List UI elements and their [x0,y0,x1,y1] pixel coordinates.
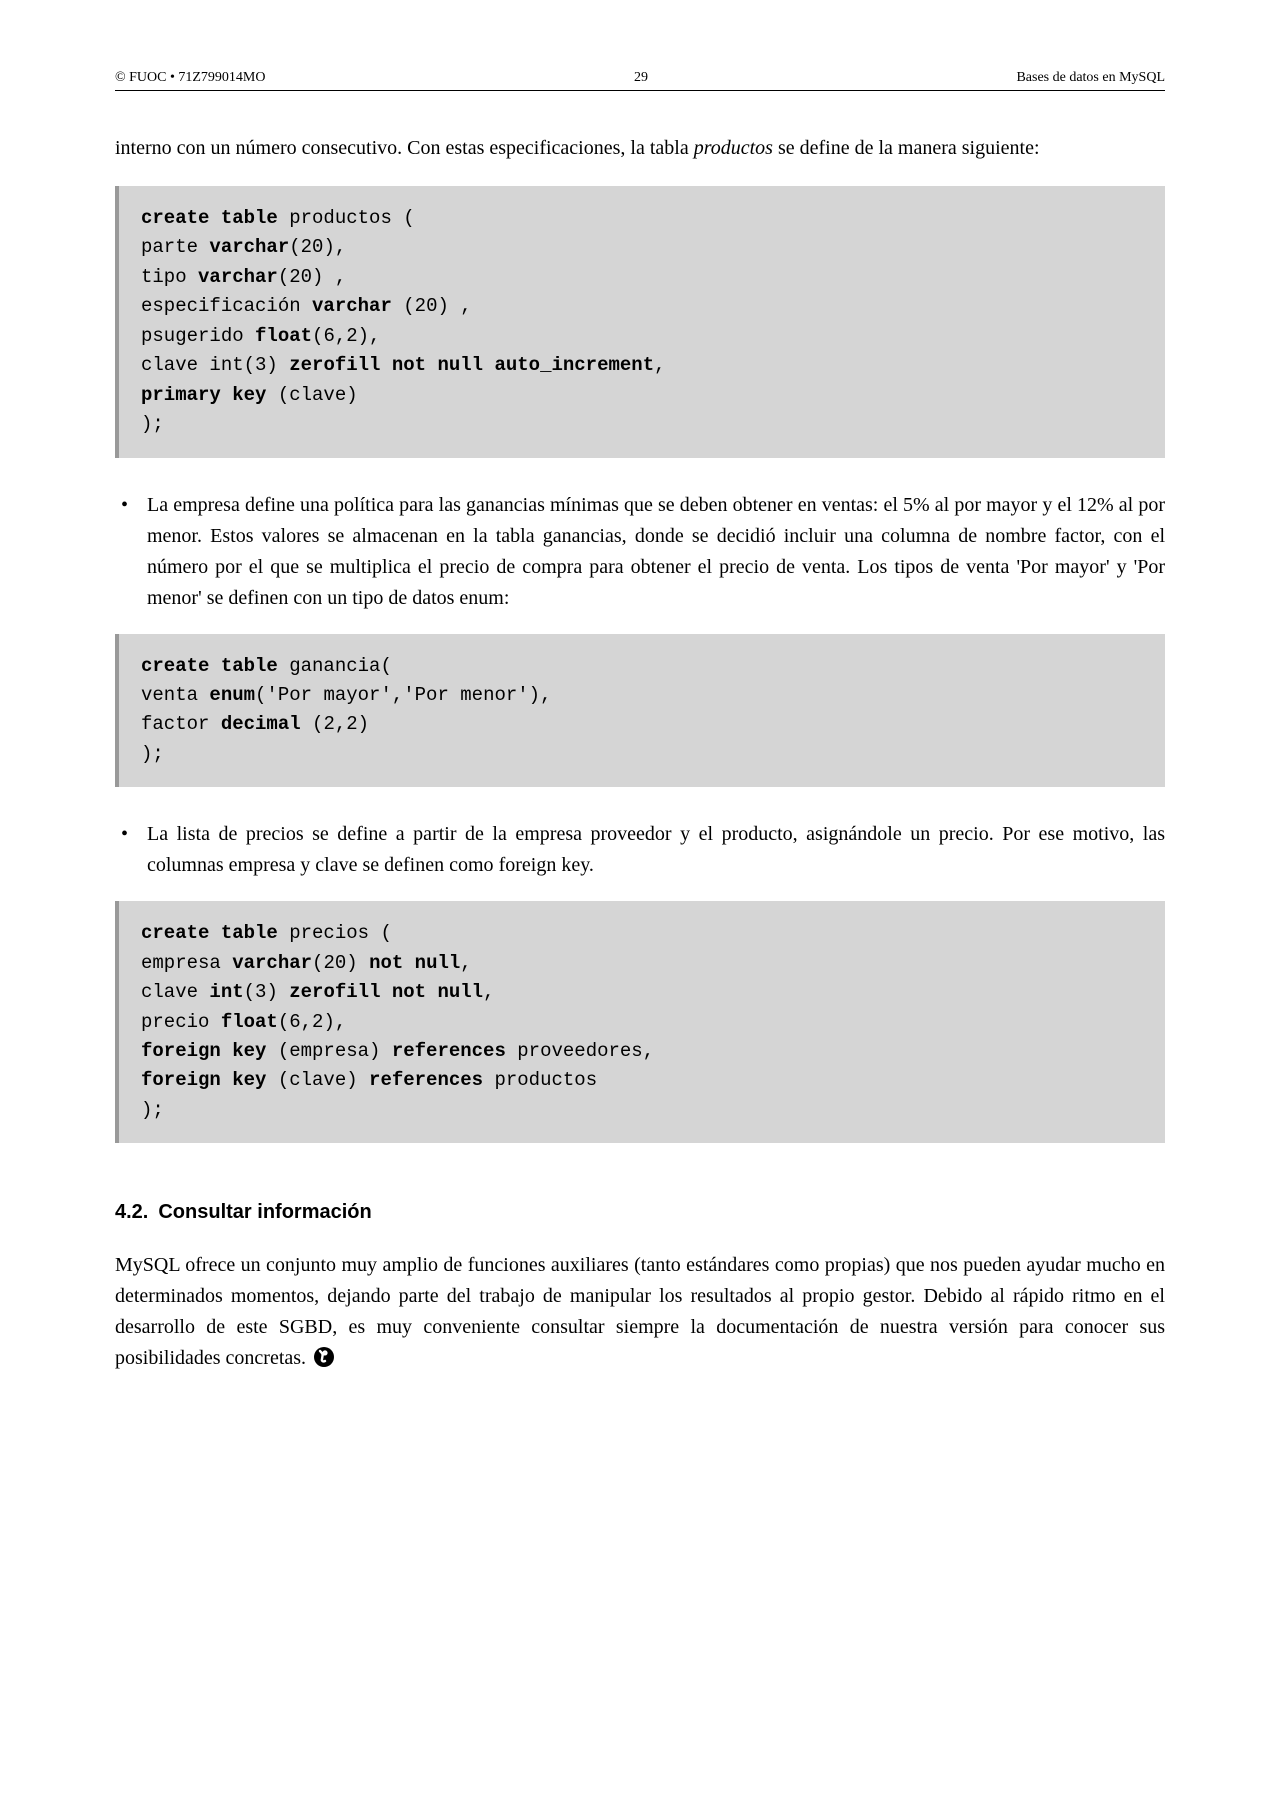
kw: not null [369,952,460,974]
kw: varchar [232,952,312,974]
page-header: © FUOC • 71Z799014MO 29 Bases de datos e… [115,70,1165,91]
kw: foreign key [141,1040,266,1062]
note-icon [313,1346,335,1378]
code: clave [141,981,209,1003]
kw: zerofill not null [289,981,483,1003]
text-italic: productos [694,137,773,159]
kw: decimal [221,713,301,735]
text-italic: ganancias [543,525,622,547]
code: venta [141,684,209,706]
code: productos [483,1069,597,1091]
code: psugerido [141,325,255,347]
code: (6,2), [312,325,380,347]
kw: varchar [209,236,289,258]
code: (2,2) [301,713,369,735]
code: , [483,981,494,1003]
code: ('Por mayor','Por menor'), [255,684,551,706]
kw: varchar [312,295,392,317]
header-left: © FUOC • 71Z799014MO [115,70,266,86]
kw: references [392,1040,506,1062]
code: tipo [141,266,198,288]
text: , donde se decidió incluir una columna d… [622,525,1055,547]
code: ); [141,1099,164,1121]
header-right: Bases de datos en MySQL [1016,70,1165,86]
code: , [654,354,665,376]
code-block-ganancia: create table ganancia( venta enum('Por m… [115,634,1165,788]
text: se define de la manera siguiente: [773,137,1040,159]
list-item: La empresa define una política para las … [115,490,1165,614]
kw: enum [209,684,255,706]
text-italic: empresa [229,854,296,876]
kw: foreign key [141,1069,266,1091]
section-number: 4.2. [115,1201,148,1223]
section-title: Consultar información [158,1201,371,1223]
text: interno con un número consecutivo. Con e… [115,137,694,159]
text: ' se definen con un tipo de datos [198,587,459,609]
code: ganancia( [278,655,392,677]
code: empresa [141,952,232,974]
text: . [589,854,594,876]
bullet-list: La empresa define una política para las … [115,490,1165,614]
code: clave int(3) [141,354,289,376]
kw: create table [141,655,278,677]
text-bold: enum [459,587,503,609]
code: ); [141,743,164,765]
section-heading: 4.2. Consultar información [115,1201,1165,1224]
text: ' y ' [1106,556,1137,578]
code: (empresa) [266,1040,391,1062]
code: precio [141,1011,221,1033]
list-item: La lista de precios se define a partir d… [115,819,1165,881]
kw: create table [141,922,278,944]
code: (clave) [266,1069,369,1091]
kw: float [221,1011,278,1033]
code: proveedores, [506,1040,654,1062]
intro-paragraph: interno con un número consecutivo. Con e… [115,133,1165,164]
text-italic: clave [315,854,357,876]
text: : [504,587,510,609]
text-bold: foreign key [499,854,589,876]
code: productos ( [278,207,415,229]
document-page: © FUOC • 71Z799014MO 29 Bases de datos e… [0,0,1280,1480]
kw: int [209,981,243,1003]
kw: zerofill not null auto_increment [289,354,654,376]
code: (20) [312,952,369,974]
bullet-list: La lista de precios se define a partir d… [115,819,1165,881]
text-italic: factor [1055,525,1101,547]
kw: varchar [198,266,278,288]
code: factor [141,713,221,735]
page-number: 29 [266,70,1017,86]
text: y [295,854,315,876]
code: (3) [244,981,290,1003]
code: (clave) [266,384,357,406]
code: (20), [289,236,346,258]
text: MySQL ofrece un conjunto muy amplio de f… [115,1254,1165,1369]
code-block-precios: create table precios ( empresa varchar(2… [115,901,1165,1143]
code: ); [141,413,164,435]
code: (20) , [392,295,472,317]
code: especificación [141,295,312,317]
closing-paragraph: MySQL ofrece un conjunto muy amplio de f… [115,1250,1165,1378]
kw: float [255,325,312,347]
code-block-productos: create table productos ( parte varchar(2… [115,186,1165,458]
code: precios ( [278,922,392,944]
kw: primary key [141,384,266,406]
kw: references [369,1069,483,1091]
code: (20) , [278,266,346,288]
code: parte [141,236,209,258]
kw: create table [141,207,278,229]
text-italic: Por mayor [1020,556,1106,578]
code: , [460,952,471,974]
text: se definen como [357,854,498,876]
code: (6,2), [278,1011,346,1033]
